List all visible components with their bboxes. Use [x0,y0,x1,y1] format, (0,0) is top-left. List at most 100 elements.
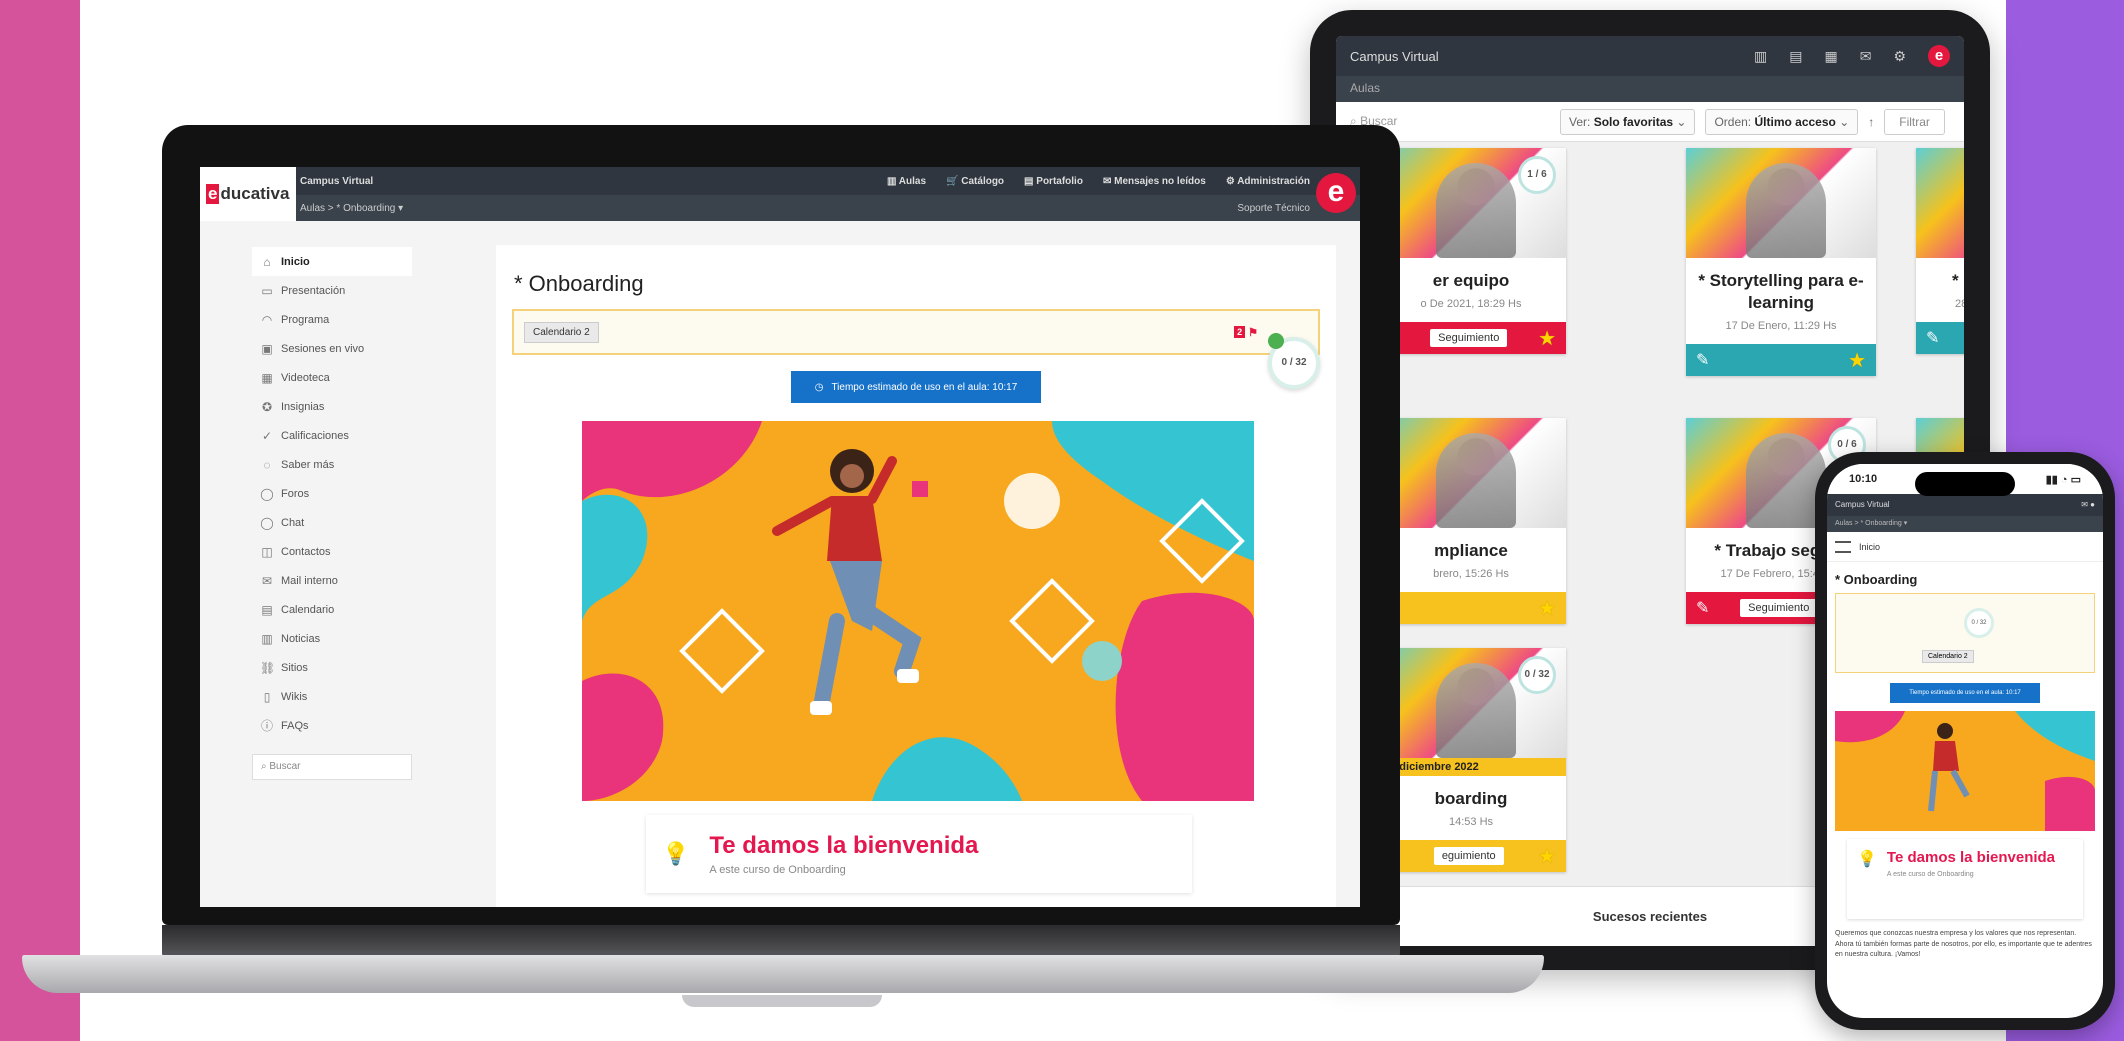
nav-item-1[interactable]: 🛒 Catálogo [946,176,1004,187]
phone-mail-icon[interactable]: ✉ ● [2081,500,2095,510]
course-card-bar: ✎eguimiento★ [1376,840,1566,873]
contacts-icon: ◫ [261,544,273,559]
sidebar-item-label: Calificaciones [281,429,349,442]
support-link[interactable]: Soporte Técnico [1237,203,1310,214]
signal-icon: ▮▮ ◔ ▭ [2045,473,2081,486]
phone-welcome-card: 💡 Te damos la bienvenida A este curso de… [1847,839,2083,919]
classroom-icon[interactable]: ▥ [1754,48,1767,65]
forums-icon: ◯ [260,486,274,501]
course-card[interactable]: * Storytelling para e-learning 17 De Ener… [1686,148,1876,377]
sort-direction-icon[interactable]: ↑ [1868,115,1874,129]
phone-banner-image [1835,711,2095,831]
course-date: brero, 15:26 Hs [1433,568,1509,581]
settings-icon[interactable]: ⚙ [1893,48,1906,65]
breadcrumb[interactable]: Aulas > * Onboarding ▾ [300,203,403,214]
favorite-star-icon[interactable]: ★ [1538,596,1556,621]
sidebar-item-11[interactable]: ✉ Mail interno [252,566,412,595]
tablet-brand: Campus Virtual [1350,48,1439,64]
phone-brand: Campus Virtual [1835,500,1890,509]
phone-calendar-chip[interactable]: Calendario 2 [1922,650,1974,663]
phone-body-text: Queremos que conozcas nuestra empresa y … [1835,930,2092,958]
favorite-star-icon[interactable]: ★ [1538,326,1556,351]
progress-ring[interactable]: 0 / 32 [1268,333,1320,389]
nav-item-3[interactable]: ✉ Mensajes no leídos [1103,176,1206,187]
sidebar-item-9[interactable]: ◯ Chat [252,508,412,537]
favorite-star-icon[interactable]: ★ [1538,844,1556,869]
sidebar-item-16[interactable]: ⓘ FAQs [252,711,412,740]
course-card[interactable]: mpliance brero, 15:26 Hs ✎★ [1376,418,1566,625]
laptop-hinge [162,925,1400,959]
phone-welcome-subtitle: A este curso de Onboarding [1886,871,1974,878]
edit-icon[interactable]: ✎ [1696,598,1709,618]
sidebar-item-8[interactable]: ◯ Foros [252,479,412,508]
sidebar-item-label: Mail interno [281,574,338,587]
sidebar-item-12[interactable]: ▤ Calendario [252,595,412,624]
course-progress-ring[interactable]: 0 / 32 [1518,656,1556,694]
favorite-star-icon[interactable]: ★ [1848,348,1866,373]
welcome-banner-image [582,421,1254,801]
sidebar-item-3[interactable]: ▣ Sesiones en vivo [252,334,412,363]
course-card-person [1746,433,1826,528]
calendar-icon: ▤ [261,602,273,617]
calendar-chip[interactable]: Calendario 2 [524,321,599,343]
phone-topbar: Campus Virtual ✉ ● [1827,494,2103,516]
nav-item-4[interactable]: ⚙ Administración [1226,176,1310,187]
sidebar-item-1[interactable]: ▭ Presentación [252,276,412,305]
sidebar-item-7[interactable]: ◌ Saber más [252,450,412,479]
laptop-subbar: Aulas > * Onboarding ▾ Soporte Técnico [200,195,1360,221]
main-nav: ▥ Aulas 🛒 Catálogo ▤ Portafolio ✉ Mensajes … [887,176,1310,187]
phone-time-estimate: Tiempo estimado de uso en el aula: 10:17 [1890,683,2040,703]
course-card-person [1436,663,1516,758]
follow-button[interactable]: Seguimiento [1430,329,1508,348]
follow-button[interactable]: Seguimiento [1740,599,1818,618]
sidebar-item-15[interactable]: ▯ Wikis [252,682,412,711]
sidebar-item-13[interactable]: ▥ Noticias [252,624,412,653]
course-card-image: 0 / 32 [1376,648,1566,758]
sidebar-item-label: Calendario [281,603,335,616]
gear-icon: ⚙ [1225,175,1238,187]
phone-welcome-title: Te damos la bienvenida [1886,849,2056,866]
view-select[interactable]: Ver: Solo favoritas ⌄ [1560,108,1696,135]
edit-icon[interactable]: ✎ [1926,328,1939,348]
sidebar-item-14[interactable]: ⛓ Sitios [252,653,412,682]
laptop-base [22,955,1544,993]
sidebar-item-4[interactable]: ▦ Videoteca [252,363,412,392]
catalog-icon[interactable]: ▤ [1789,48,1802,65]
phone-menu[interactable]: Inicio [1827,532,2103,562]
mail-icon: ✉ [1102,175,1115,187]
follow-button[interactable]: eguimiento [1433,847,1504,866]
main-content: * Onboarding Calendario 2 2 ⚑ 0 / 32 ◷ Tie… [496,245,1336,907]
course-progress-ring[interactable]: 1 / 6 [1518,156,1556,194]
sidebar-item-label: Foros [281,487,310,500]
course-card[interactable]: * Gamificación 28 De Enero, 14:55 Hs ✎★ [1916,148,1964,355]
sidebar-item-10[interactable]: ◫ Contactos [252,537,412,566]
sidebar-search-input[interactable]: ⌕ Buscar [252,754,412,780]
nav-item-0[interactable]: ▥ Aulas [887,176,926,187]
sidebar-item-label: Insignias [281,400,325,413]
news-icon: ▥ [261,631,273,646]
sidebar-item-0[interactable]: ⌂ Inicio [252,247,412,276]
phone-breadcrumb[interactable]: Aulas > * Onboarding ▾ [1827,516,2103,532]
course-card[interactable]: 0 / 3231 diciembre 2022boarding14:53 Hs✎… [1376,648,1566,873]
educativa-badge-icon: e [1928,45,1950,67]
course-date: 17 De Enero, 11:29 Hs [1725,320,1837,333]
edit-icon[interactable]: ✎ [1696,350,1709,370]
sidebar-item-5[interactable]: ✪ Insignias [252,392,412,421]
sidebar-item-6[interactable]: ✓ Calificaciones [252,421,412,450]
course-date-ribbon: 31 diciembre 2022 [1376,758,1566,776]
course-title: boarding [1434,789,1508,808]
sidebar-item-2[interactable]: ◠ Programa [252,305,412,334]
program-icon: ◠ [261,312,273,327]
video-library-icon: ▦ [261,370,273,385]
messages-icon[interactable]: ✉ [1860,48,1872,65]
laptop-topbar: Campus Virtual ▥ Aulas 🛒 Catálogo ▤ Portaf… [200,167,1360,195]
flag-indicator[interactable]: 2 ⚑ [1234,326,1258,339]
welcome-subtitle: A este curso de Onboarding [709,864,846,876]
phone-progress-ring[interactable]: 0 / 32 [1964,608,1994,638]
nav-item-2[interactable]: ▤ Portafolio [1024,176,1083,187]
filter-button[interactable]: Filtrar [1884,108,1945,135]
order-select[interactable]: Orden: Último acceso ⌄ [1705,108,1859,135]
portfolio-icon[interactable]: ▦ [1824,48,1837,65]
phone-calendar-bar: 0 / 32 Calendario 2 [1835,593,2095,673]
course-card[interactable]: 1 / 6er equipoo De 2021, 18:29 Hs✎Seguim… [1376,148,1566,355]
